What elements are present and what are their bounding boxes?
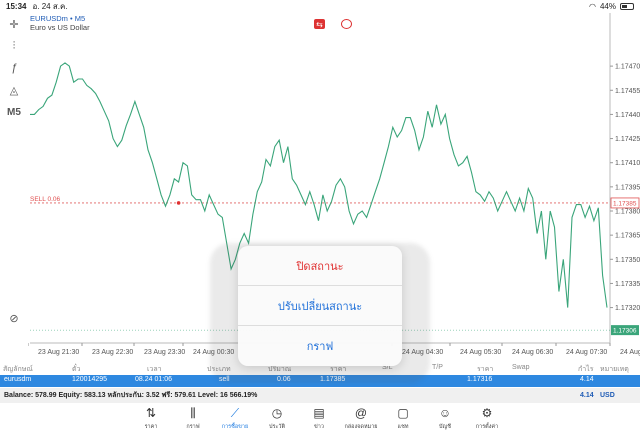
nav-item-mailbox[interactable]: @ กล่องจดหมาย bbox=[340, 406, 382, 444]
nav-item-trade[interactable]: ⟋ การซื้อขาย bbox=[214, 406, 256, 444]
nav-item-history[interactable]: ◷ ประวัติ bbox=[256, 406, 298, 444]
nav-label: บัญชี bbox=[439, 424, 451, 430]
close-position-button[interactable]: ปิดสถานะ bbox=[238, 246, 402, 286]
nav-item-chart[interactable]: ⫼ กราฟ bbox=[172, 406, 214, 444]
column-header: T/P bbox=[432, 364, 443, 371]
balance-bar: Balance: 578.99 Equity: 583.13 หลักประกั… bbox=[0, 388, 640, 403]
nav-item-settings[interactable]: ⚙ การตั้งค่า bbox=[466, 406, 508, 444]
price-tick-label: 1.17380 bbox=[615, 209, 640, 216]
price-tick-label: 1.17335 bbox=[615, 281, 640, 288]
price-tick-label: 1.17365 bbox=[615, 233, 640, 240]
position-profit: 4.14 bbox=[580, 376, 594, 383]
nav-item-quotes[interactable]: ⇅ ราคา bbox=[130, 406, 172, 444]
one-click-trade-icon[interactable]: ⇆ bbox=[314, 19, 325, 29]
nav-label: การตั้งค่า bbox=[475, 424, 499, 430]
time-tick-label: 24 Aug 07:30 bbox=[566, 349, 607, 356]
nav-label: ประวัติ bbox=[268, 424, 286, 430]
price-tick-label: 1.17395 bbox=[615, 184, 640, 191]
chart-icon: ⫼ bbox=[190, 406, 196, 420]
account-currency: USD bbox=[600, 392, 615, 399]
position-time: 08.24 01:06 bbox=[135, 376, 172, 383]
battery-icon bbox=[620, 3, 634, 10]
nav-label: กล่องจดหมาย bbox=[344, 424, 378, 430]
modify-position-button[interactable]: ปรับเปลี่ยนสถานะ bbox=[238, 286, 402, 326]
nav-label: ข่าว bbox=[314, 424, 324, 430]
position-ticket: 120014295 bbox=[72, 376, 108, 383]
time-tick-label: 23 Aug 22:30 bbox=[92, 349, 133, 356]
app-root: 15:34 อ. 24 ส.ค. ◠ 44% ✛ ⫶ ƒ ◬ M5 ⊘ 1.17… bbox=[0, 0, 640, 447]
time-tick-label: 24 Aug 08:3 bbox=[620, 349, 640, 356]
total-profit: 4.14 bbox=[580, 392, 594, 399]
history-icon: ◷ bbox=[271, 406, 283, 420]
column-header: กำไร bbox=[578, 366, 594, 373]
status-indicators: ◠ 44% bbox=[589, 2, 634, 11]
price-tick-label: 1.17440 bbox=[615, 112, 640, 119]
price-tick-label: 1.17410 bbox=[615, 160, 640, 167]
price-tick-label: 1.17470 bbox=[615, 64, 640, 71]
time-tick-label: 24 Aug 05:30 bbox=[460, 349, 501, 356]
entry-marker bbox=[176, 201, 181, 205]
nav-item-chat[interactable]: ▢ แชท bbox=[382, 406, 424, 444]
column-header: Swap bbox=[512, 364, 530, 371]
column-header: หมายเหตุ bbox=[600, 366, 629, 373]
price-tick-label: 1.17350 bbox=[615, 257, 640, 264]
nav-label: กราฟ bbox=[186, 424, 200, 430]
time-tick-label: 23 Aug 23:30 bbox=[144, 349, 185, 356]
timeframe-button[interactable]: M5 bbox=[4, 103, 24, 121]
function-icon[interactable]: ƒ bbox=[4, 59, 24, 77]
price-tick-label: 1.17455 bbox=[615, 88, 640, 95]
wifi-icon: ◠ bbox=[589, 2, 596, 11]
trade-level-icon[interactable]: ⊘ bbox=[4, 309, 24, 327]
sell-price-label: 1.17385 bbox=[613, 200, 637, 207]
column-header: สัญลักษณ์ bbox=[3, 366, 33, 373]
quotes-icon: ⇅ bbox=[145, 406, 157, 420]
status-bar: 15:34 อ. 24 ส.ค. ◠ 44% bbox=[0, 0, 640, 13]
account-icon: ☺ bbox=[438, 406, 452, 420]
news-icon: ▤ bbox=[313, 406, 325, 420]
nav-item-news[interactable]: ▤ ข่าว bbox=[298, 406, 340, 444]
time-tick-label: 24 Aug 06:30 bbox=[512, 349, 553, 356]
price-tick-label: 1.17320 bbox=[615, 305, 640, 312]
column-header: ตั๋ว bbox=[72, 366, 81, 373]
trade-icons: ⇆ bbox=[314, 19, 352, 29]
position-current-price: 1.17316 bbox=[467, 376, 493, 383]
chart-button[interactable]: กราฟ bbox=[238, 326, 402, 366]
trade-icon: ⟋ bbox=[230, 406, 240, 420]
mailbox-icon: @ bbox=[354, 406, 368, 420]
battery-percent: 44% bbox=[599, 2, 616, 11]
chat-icon: ▢ bbox=[397, 406, 409, 420]
nav-label: แชท bbox=[397, 424, 409, 430]
status-time: 15:34 bbox=[6, 2, 27, 11]
nav-label: ราคา bbox=[144, 424, 158, 430]
time-tick-label: 23 Aug 21:30 bbox=[38, 349, 79, 356]
balance-summary: Balance: 578.99 Equity: 583.13 หลักประกั… bbox=[4, 392, 258, 399]
depth-of-market-icon[interactable] bbox=[341, 19, 352, 29]
crosshair-icon[interactable]: ✛ bbox=[4, 15, 24, 33]
column-header: ราคา bbox=[477, 366, 494, 373]
current-price-label: 1.17306 bbox=[613, 328, 637, 335]
sell-level-label: SELL 0.06 bbox=[30, 196, 61, 203]
price-tick-label: 1.17425 bbox=[615, 136, 640, 143]
objects-icon[interactable]: ◬ bbox=[4, 81, 24, 99]
settings-icon: ⚙ bbox=[481, 406, 493, 420]
column-header: เวลา bbox=[147, 366, 162, 373]
bottom-nav: ⇅ ราคา ⫼ กราฟ ⟋ การซื้อขาย ◷ ประวัติ ▤ ข่าว @ กล่อง… bbox=[130, 406, 510, 444]
chart-symbol: EURUSDm • M5 bbox=[30, 14, 86, 23]
position-action-sheet: ปิดสถานะ ปรับเปลี่ยนสถานะ กราฟ bbox=[238, 246, 402, 366]
chart-symbol-description: Euro vs US Dollar bbox=[30, 23, 90, 32]
position-symbol: eurusdm bbox=[4, 376, 32, 383]
status-date: อ. 24 ส.ค. bbox=[32, 2, 68, 11]
nav-label: การซื้อขาย bbox=[221, 424, 249, 430]
chart-toolbar: ✛ ⫶ ƒ ◬ M5 ⊘ bbox=[0, 13, 28, 343]
nav-item-account[interactable]: ☺ บัญชี bbox=[424, 406, 466, 444]
indicators-icon[interactable]: ⫶ bbox=[4, 37, 24, 55]
